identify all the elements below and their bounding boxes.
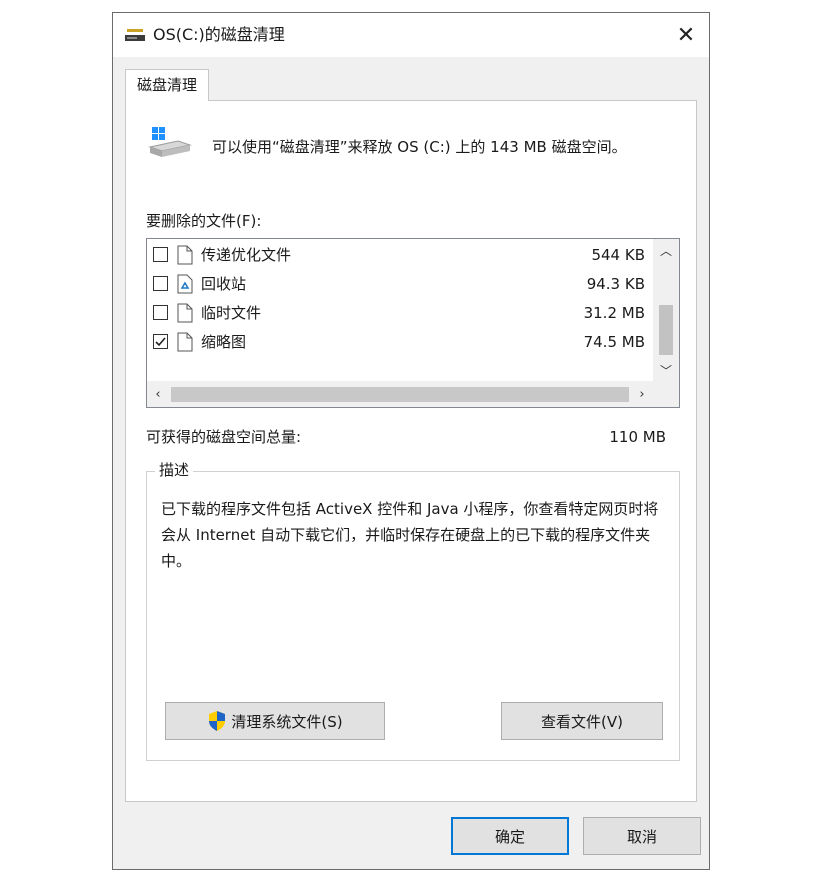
file-icon xyxy=(177,245,193,265)
item-size: 94.3 KB xyxy=(586,275,645,293)
total-space-value: 110 MB xyxy=(609,428,666,446)
horizontal-scroll-thumb[interactable] xyxy=(171,387,629,402)
file-icon xyxy=(177,332,193,352)
vertical-scrollbar[interactable]: ︿ ﹀ xyxy=(653,239,679,381)
item-size: 31.2 MB xyxy=(583,304,645,322)
scroll-up-button[interactable]: ︿ xyxy=(653,239,679,261)
clean-system-files-button[interactable]: 清理系统文件(S) xyxy=(165,702,385,740)
file-icon xyxy=(177,303,193,323)
scroll-corner xyxy=(653,381,679,407)
cancel-button[interactable]: 取消 xyxy=(583,817,701,855)
tab-disk-cleanup[interactable]: 磁盘清理 xyxy=(125,69,209,101)
scroll-left-button[interactable]: ‹ xyxy=(147,381,169,407)
header-message: 可以使用“磁盘清理”来释放 OS (C:) 上的 143 MB 磁盘空间。 xyxy=(212,138,627,156)
item-size: 74.5 MB xyxy=(583,333,645,351)
item-name: 临时文件 xyxy=(201,304,262,322)
checkbox[interactable] xyxy=(153,276,168,291)
window-title: OS(C:)的磁盘清理 xyxy=(153,25,285,44)
item-name: 缩略图 xyxy=(201,333,247,351)
list-item[interactable]: 缩略图 74.5 MB xyxy=(147,328,653,357)
ok-button[interactable]: 确定 xyxy=(451,817,569,855)
disk-cleanup-window: OS(C:)的磁盘清理 ✕ 磁盘清理 可以使用“磁盘清理”来释放 OS (C:)… xyxy=(112,12,710,870)
vertical-scroll-thumb[interactable] xyxy=(659,305,673,355)
files-listbox[interactable]: 传递优化文件 544 KB 回收站 94.3 KB 临时文件 31.2 MB 缩… xyxy=(146,238,680,408)
view-files-button[interactable]: 查看文件(V) xyxy=(501,702,663,740)
shield-icon xyxy=(209,711,226,731)
list-item[interactable]: 临时文件 31.2 MB xyxy=(147,299,653,328)
chevron-down-icon: ﹀ xyxy=(659,363,672,378)
drive-icon xyxy=(148,127,192,157)
scroll-down-button[interactable]: ﹀ xyxy=(653,359,679,381)
list-item[interactable]: 传递优化文件 544 KB xyxy=(147,241,653,270)
description-text: 已下载的程序文件包括 ActiveX 控件和 Java 小程序，你查看特定网页时… xyxy=(161,500,659,570)
chevron-up-icon: ︿ xyxy=(659,243,672,258)
close-button[interactable]: ✕ xyxy=(663,13,709,57)
list-item[interactable]: 回收站 94.3 KB xyxy=(147,270,653,299)
checkmark-icon xyxy=(155,337,166,347)
horizontal-scrollbar[interactable]: ‹ › xyxy=(147,381,653,407)
description-legend: 描述 xyxy=(155,460,194,480)
description-group: 描述 已下载的程序文件包括 ActiveX 控件和 Java 小程序，你查看特定… xyxy=(146,460,680,761)
item-name: 传递优化文件 xyxy=(201,246,292,264)
recycle-bin-icon xyxy=(177,274,193,294)
disk-cleanup-icon xyxy=(125,29,145,41)
tab-panel: 可以使用“磁盘清理”来释放 OS (C:) 上的 143 MB 磁盘空间。 要删… xyxy=(125,100,697,802)
item-size: 544 KB xyxy=(591,246,645,264)
scroll-right-button[interactable]: › xyxy=(631,381,653,407)
checkbox-checked[interactable] xyxy=(153,334,168,349)
chevron-right-icon: › xyxy=(639,386,645,402)
files-to-delete-label: 要删除的文件(F): xyxy=(146,212,262,230)
total-space-label: 可获得的磁盘空间总量: xyxy=(146,428,302,446)
clean-system-files-label: 清理系统文件(S) xyxy=(231,712,343,731)
chevron-left-icon: ‹ xyxy=(155,386,161,402)
item-name: 回收站 xyxy=(201,275,247,293)
checkbox[interactable] xyxy=(153,305,168,320)
close-icon: ✕ xyxy=(676,22,696,48)
checkbox[interactable] xyxy=(153,247,168,262)
title-bar: OS(C:)的磁盘清理 ✕ xyxy=(113,13,709,57)
